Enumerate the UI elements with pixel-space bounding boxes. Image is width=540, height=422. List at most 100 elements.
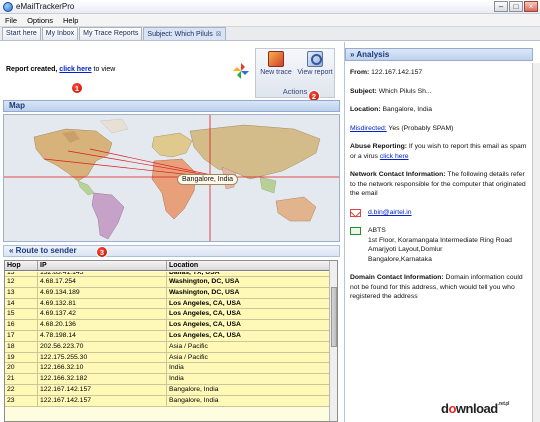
address-line-3: Bangalore,Karnataka <box>368 255 432 263</box>
cell-hop: 20 <box>5 363 38 374</box>
magnifier-icon <box>307 51 323 67</box>
misdirected-link[interactable]: Misdirected: <box>350 125 387 132</box>
location-label: Location: <box>350 106 381 113</box>
table-row[interactable]: 20 122.166.32.10 India <box>5 363 331 375</box>
pinwheel-icon <box>233 63 249 79</box>
tab-subject[interactable]: Subject: Which Piluls ⊠ <box>143 27 226 40</box>
watermark-part: wnload <box>455 401 498 416</box>
network-label: Network Contact Information: <box>350 171 446 178</box>
callout-badge-1: 1 <box>71 82 83 94</box>
tab-label: My Trace Reports <box>83 30 139 37</box>
cell-hop: 12 <box>5 277 38 287</box>
cell-ip: 202.56.223.70 <box>38 341 167 352</box>
tab-label: My Inbox <box>45 30 75 37</box>
email-link[interactable]: d.bin@airtel.in <box>368 209 412 216</box>
tab-close-icon[interactable]: ⊠ <box>216 31 222 38</box>
table-header: Hop IP Location <box>5 261 331 271</box>
from-label: From: <box>350 69 370 76</box>
location-line: Location: Bangalore, India <box>350 105 530 115</box>
cell-ip: 4.78.198.14 <box>38 330 167 341</box>
cell-location: Bangalore, India <box>167 384 331 395</box>
address-contact: ABTS 1st Floor, Koramangala Intermediate… <box>350 226 530 264</box>
cell-hop: 15 <box>5 309 38 320</box>
menu-bar: File Options Help <box>0 14 540 27</box>
cell-location: Bangalore, India <box>167 395 331 406</box>
table-row[interactable]: 18 202.56.223.70 Asia / Pacific <box>5 341 331 353</box>
route-title: Route to sender <box>15 246 77 255</box>
table-row[interactable]: 21 122.166.32.182 India <box>5 374 331 385</box>
menu-options[interactable]: Options <box>27 16 53 25</box>
world-map[interactable]: Bangalore, India <box>3 114 340 242</box>
table-row[interactable]: 15 4.69.137.42 Los Angeles, CA, USA <box>5 309 331 321</box>
table-row[interactable]: 22 122.167.142.157 Bangalore, India <box>5 384 331 396</box>
tab-my-inbox[interactable]: My Inbox <box>41 27 79 40</box>
cell-location: Asia / Pacific <box>167 352 331 363</box>
cell-hop: 23 <box>5 395 38 406</box>
cell-ip: 122.166.32.10 <box>38 363 167 374</box>
watermark-part: o <box>448 401 456 416</box>
world-map-graphic <box>4 115 339 241</box>
column-location[interactable]: Location <box>167 261 331 270</box>
table-row[interactable]: 17 4.78.198.14 Los Angeles, CA, USA <box>5 330 331 342</box>
analysis-panel: » Analysis From: 122.167.142.157 Subject… <box>344 42 540 422</box>
domain-line: Domain Contact Information: Domain infor… <box>350 273 530 302</box>
analysis-body: From: 122.167.142.157 Subject: Which Pil… <box>350 68 530 311</box>
view-report-link[interactable]: click here <box>59 66 91 73</box>
tab-my-trace-reports[interactable]: My Trace Reports <box>79 27 143 40</box>
subject-label: Subject: <box>350 87 377 95</box>
cell-ip: 4.68.20.136 <box>38 320 167 330</box>
view-report-button[interactable]: View report <box>297 51 333 77</box>
menu-file[interactable]: File <box>5 16 17 25</box>
cell-location: India <box>167 374 331 384</box>
map-header: Map <box>3 100 340 112</box>
tab-start-here[interactable]: Start here <box>2 27 41 40</box>
new-trace-button[interactable]: New trace <box>258 51 294 77</box>
route-header: « Route to sender <box>3 245 340 257</box>
close-button[interactable]: × <box>524 1 538 12</box>
map-location-label: Bangalore, India <box>177 174 238 185</box>
cell-ip: 4.69.137.42 <box>38 309 167 320</box>
address-line-1: 1st Floor, Koramangala Intermediate Ring… <box>368 236 512 244</box>
address-line-2: Amarjyoti Layout,Domlur <box>368 246 443 253</box>
table-scrollbar-thumb[interactable] <box>331 287 337 347</box>
app-icon <box>3 2 13 12</box>
cell-ip: 4.69.132.81 <box>38 298 167 309</box>
analysis-scrollbar[interactable] <box>532 63 540 422</box>
domain-label: Domain Contact Information: <box>350 274 444 281</box>
table-row[interactable]: 13 4.69.134.189 Washington, DC, USA <box>5 287 331 299</box>
table-row[interactable]: 14 4.69.132.81 Los Angeles, CA, USA <box>5 298 331 310</box>
table-scrollbar[interactable] <box>329 261 337 421</box>
abuse-report-link[interactable]: click here <box>380 153 409 160</box>
main-pane: Report created, click here to view 1 New… <box>0 42 342 422</box>
tab-label: Start here <box>6 30 37 37</box>
table-row[interactable]: 19 122.175.255.30 Asia / Pacific <box>5 352 331 364</box>
watermark-suffix: .net.pl <box>497 401 510 407</box>
view-report-label: View report <box>297 69 333 76</box>
minimize-button[interactable]: – <box>494 1 508 12</box>
cell-hop: 16 <box>5 320 38 330</box>
route-table: Hop IP Location 13 132.83.41.145 Dallas,… <box>4 260 338 422</box>
cell-location: Washington, DC, USA <box>167 287 331 298</box>
watermark-logo: download.net.pl <box>441 401 509 416</box>
cell-hop: 17 <box>5 330 38 341</box>
collapse-icon[interactable]: « <box>9 246 16 255</box>
abuse-label: Abuse Reporting: <box>350 143 408 150</box>
table-row[interactable]: 23 122.167.142.157 Bangalore, India <box>5 395 331 407</box>
subject-line: Subject: Which Piluls Sh... <box>350 87 530 97</box>
table-row[interactable]: 16 4.68.20.136 Los Angeles, CA, USA <box>5 320 331 331</box>
maximize-button[interactable]: □ <box>509 1 523 12</box>
column-hop[interactable]: Hop <box>5 261 38 270</box>
new-trace-label: New trace <box>260 69 292 76</box>
column-ip[interactable]: IP <box>38 261 167 270</box>
org-name: ABTS <box>368 227 386 234</box>
analysis-title: Analysis <box>356 50 390 59</box>
cell-location: Los Angeles, CA, USA <box>167 330 331 341</box>
table-row[interactable]: 12 4.68.17.254 Washington, DC, USA <box>5 277 331 288</box>
title-bar: eMailTrackerPro – □ × <box>0 0 540 14</box>
window-controls: – □ × <box>494 1 538 12</box>
network-line: Network Contact Information: The followi… <box>350 170 530 199</box>
from-value: 122.167.142.157 <box>371 69 423 76</box>
menu-help[interactable]: Help <box>63 16 78 25</box>
report-suffix: to view <box>91 66 116 73</box>
cell-location: Asia / Pacific <box>167 341 331 352</box>
